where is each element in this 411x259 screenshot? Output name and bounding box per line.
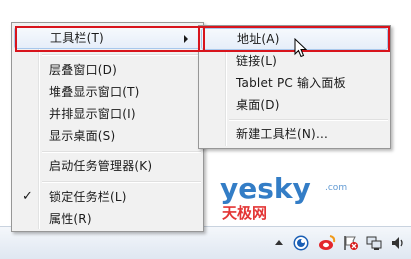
- submenu-item-tablet-pc-input[interactable]: Tablet PC 输入面板: [201, 72, 388, 94]
- menu-item-properties[interactable]: 属性(R): [14, 208, 201, 230]
- volume-icon[interactable]: [389, 234, 407, 252]
- menu-item-label: 地址(A): [237, 32, 280, 46]
- menu-item-label: 显示桌面(S): [49, 129, 116, 143]
- menu-separator: [229, 119, 388, 121]
- menu-item-toolbars[interactable]: 工具栏(T): [14, 27, 201, 49]
- submenu-item-desktop[interactable]: 桌面(D): [201, 94, 388, 116]
- menu-item-lock-taskbar[interactable]: ✓ 锁定任务栏(L): [14, 186, 201, 208]
- network-icon[interactable]: [365, 234, 383, 252]
- svg-text:yesky: yesky: [220, 172, 311, 205]
- menu-separator: [42, 181, 201, 183]
- menu-item-label: 锁定任务栏(L): [49, 190, 127, 204]
- menu-item-label: 属性(R): [49, 212, 92, 226]
- menu-item-label: 新建工具栏(N)...: [236, 127, 328, 141]
- taskbar-context-menu: 工具栏(T) 层叠窗口(D) 堆叠显示窗口(T) 并排显示窗口(I) 显示桌面(…: [11, 22, 204, 232]
- menu-separator: [42, 54, 201, 56]
- menu-item-show-desktop[interactable]: 显示桌面(S): [14, 125, 201, 147]
- menu-item-stack-windows[interactable]: 堆叠显示窗口(T): [14, 81, 201, 103]
- menu-item-label: 链接(L): [236, 54, 278, 68]
- svg-text:天极网: 天极网: [222, 204, 267, 222]
- svg-text:.com: .com: [325, 183, 347, 193]
- chevron-up-icon[interactable]: [270, 234, 288, 252]
- menu-item-side-by-side-windows[interactable]: 并排显示窗口(I): [14, 103, 201, 125]
- menu-separator: [42, 151, 201, 153]
- mouse-pointer-icon: [294, 37, 308, 59]
- menu-item-task-manager[interactable]: 启动任务管理器(K): [14, 155, 201, 177]
- menu-item-label: 并排显示窗口(I): [49, 107, 136, 121]
- flag-icon[interactable]: [342, 234, 360, 252]
- menu-item-label: Tablet PC 输入面板: [236, 76, 346, 90]
- submenu-arrow-icon: [184, 35, 188, 43]
- menu-item-cascade-windows[interactable]: 层叠窗口(D): [14, 59, 201, 81]
- menu-item-label: 层叠窗口(D): [49, 63, 118, 77]
- menu-item-label: 启动任务管理器(K): [49, 159, 153, 173]
- weibo-icon[interactable]: [318, 234, 336, 252]
- menu-item-label: 工具栏(T): [50, 31, 104, 45]
- menu-item-label: 堆叠显示窗口(T): [49, 85, 140, 99]
- menu-item-label: 桌面(D): [236, 98, 280, 112]
- checkmark-icon: ✓: [22, 189, 33, 204]
- yesky-watermark: yesky .com 天极网: [220, 168, 370, 223]
- submenu-item-new-toolbar[interactable]: 新建工具栏(N)...: [201, 123, 388, 145]
- globe-icon[interactable]: [292, 234, 310, 252]
